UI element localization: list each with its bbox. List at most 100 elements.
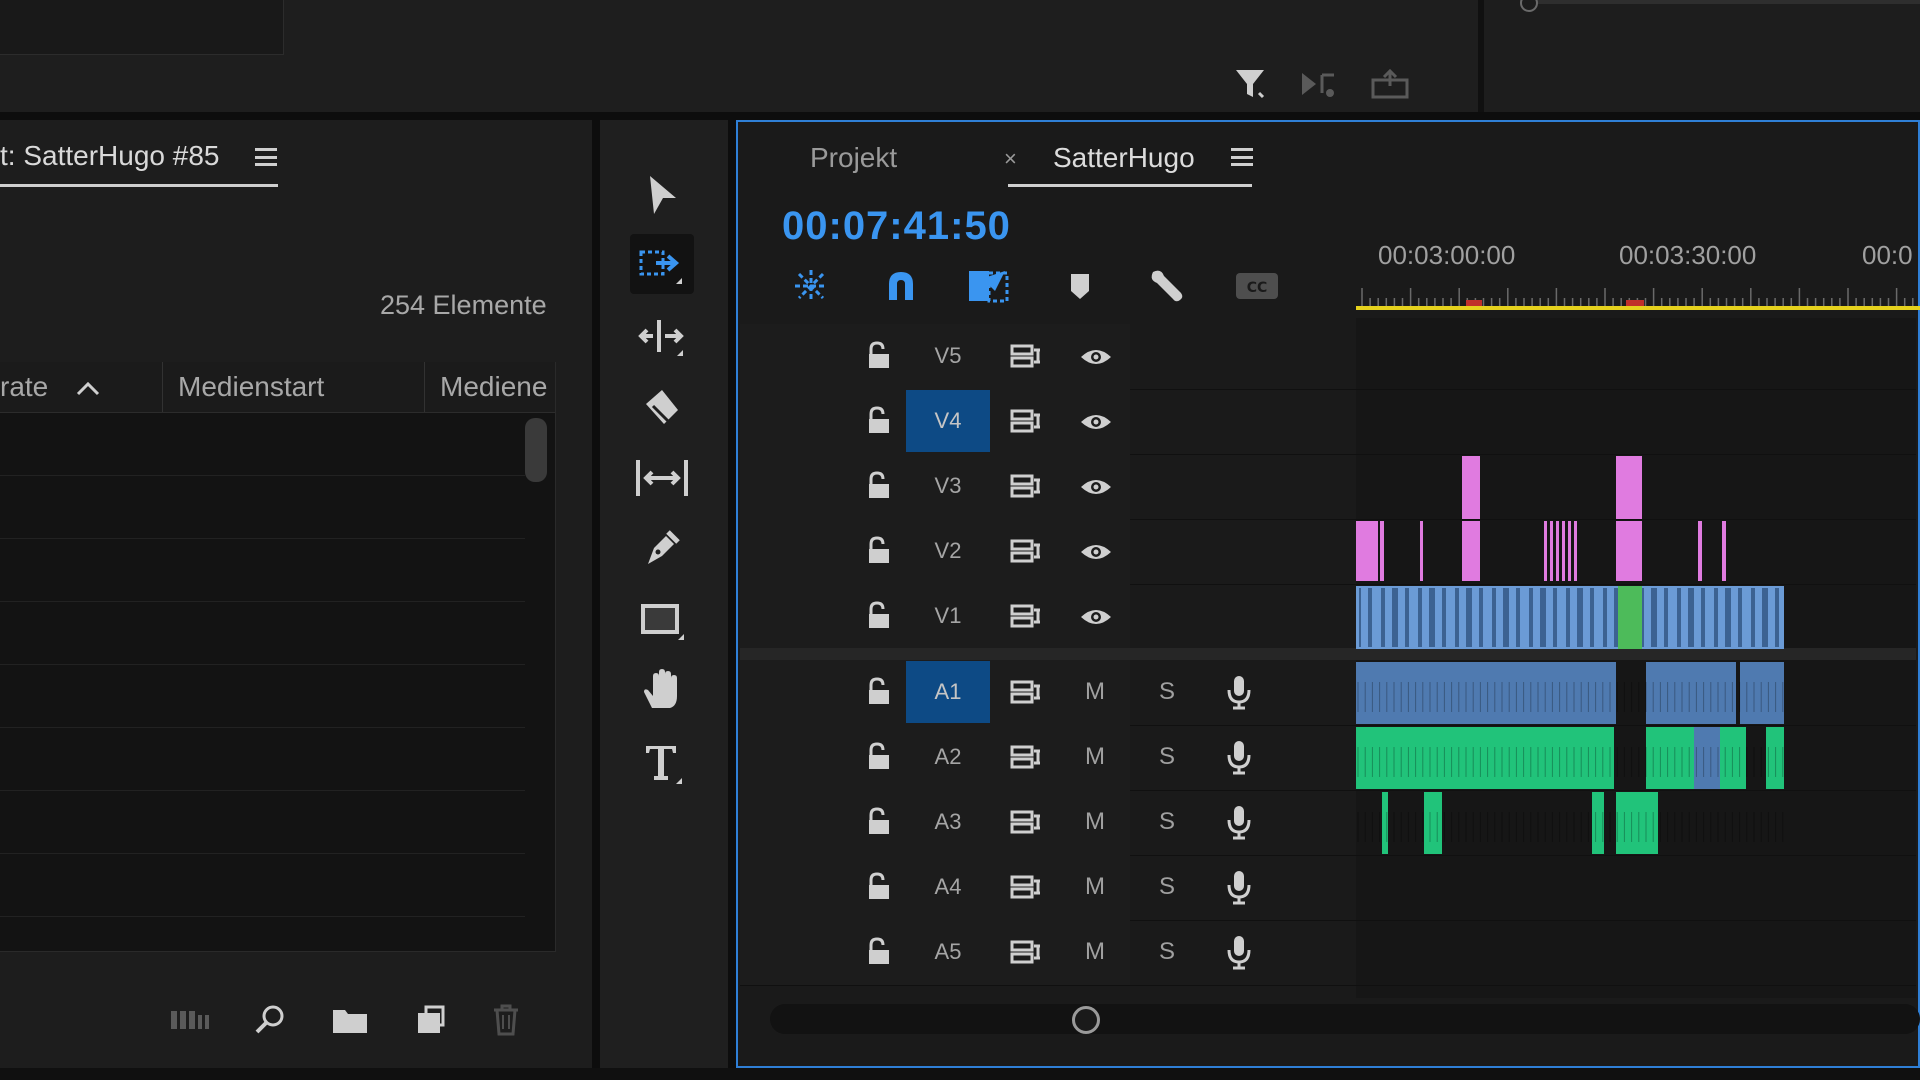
razor-icon[interactable] xyxy=(630,378,694,438)
graphic-clip[interactable] xyxy=(1462,521,1480,581)
track-lock-icon[interactable] xyxy=(866,600,892,630)
timeline-clips[interactable] xyxy=(1356,318,1920,998)
solo-button[interactable]: S xyxy=(1159,938,1175,966)
type-tool-icon[interactable] xyxy=(630,732,694,792)
timeline-zoom-handle[interactable] xyxy=(1072,1006,1100,1034)
snap-icon[interactable] xyxy=(876,266,926,306)
track-target-a1[interactable]: A1 xyxy=(906,661,990,723)
audio-clip[interactable] xyxy=(1356,727,1614,789)
new-bin-icon[interactable] xyxy=(326,1000,374,1040)
track-target-v2[interactable]: V2 xyxy=(906,520,990,582)
video-clip[interactable] xyxy=(1356,586,1784,649)
track-lock-icon[interactable] xyxy=(866,535,892,565)
graphic-clip[interactable] xyxy=(1562,521,1565,581)
track-lock-icon[interactable] xyxy=(866,340,892,370)
filter-icon[interactable] xyxy=(1228,66,1272,102)
graphic-clip[interactable] xyxy=(1420,521,1423,581)
project-panel-tab[interactable]: t: SatterHugo #85 xyxy=(0,140,219,172)
track-target-a4[interactable]: A4 xyxy=(906,856,990,918)
audio-clip[interactable] xyxy=(1616,792,1658,854)
sync-lock-icon[interactable] xyxy=(1010,408,1042,439)
graphic-clip[interactable] xyxy=(1574,521,1577,581)
ripple-edit-icon[interactable] xyxy=(630,306,694,366)
horizontal-divider[interactable] xyxy=(0,112,1920,120)
panel-divider[interactable] xyxy=(592,120,600,1080)
list-item[interactable] xyxy=(0,791,525,854)
sync-lock-icon[interactable] xyxy=(1010,874,1042,905)
graphic-clip[interactable] xyxy=(1698,521,1702,581)
sync-lock-icon[interactable] xyxy=(1010,473,1042,504)
graphic-clip[interactable] xyxy=(1356,521,1378,581)
track-lock-icon[interactable] xyxy=(866,676,892,706)
trash-icon[interactable] xyxy=(482,1000,530,1040)
audio-clip[interactable] xyxy=(1694,727,1720,789)
track-select-forward-icon[interactable] xyxy=(630,234,694,294)
track-lock-icon[interactable] xyxy=(866,806,892,836)
sort-ascending-icon[interactable] xyxy=(76,376,100,398)
toggle-output-eye-icon[interactable] xyxy=(1079,606,1113,633)
toggle-output-eye-icon[interactable] xyxy=(1079,346,1113,373)
mute-button[interactable]: M xyxy=(1085,873,1105,901)
add-marker-icon[interactable] xyxy=(1055,266,1105,306)
audio-clip[interactable] xyxy=(1646,662,1736,724)
list-item[interactable] xyxy=(0,602,525,665)
solo-button[interactable]: S xyxy=(1159,678,1175,706)
close-tab-icon[interactable]: × xyxy=(1004,146,1017,172)
rectangle-icon[interactable] xyxy=(630,590,694,650)
column-header-medienende[interactable]: Mediene xyxy=(440,362,554,412)
track-target-v4[interactable]: V4 xyxy=(906,390,990,452)
nest-sequence-icon[interactable] xyxy=(786,266,836,306)
toggle-output-eye-icon[interactable] xyxy=(1079,411,1113,438)
voice-over-record-icon[interactable] xyxy=(1226,934,1252,975)
mute-button[interactable]: M xyxy=(1085,938,1105,966)
list-view-icon[interactable] xyxy=(168,1000,216,1040)
mute-button[interactable]: M xyxy=(1085,678,1105,706)
graphic-clip[interactable] xyxy=(1462,456,1480,519)
audio-clip[interactable] xyxy=(1592,792,1604,854)
track-target-a3[interactable]: A3 xyxy=(906,791,990,853)
track-target-v5[interactable]: V5 xyxy=(906,325,990,387)
sync-lock-icon[interactable] xyxy=(1010,809,1042,840)
graphic-clip[interactable] xyxy=(1544,521,1547,581)
track-lock-icon[interactable] xyxy=(866,470,892,500)
audio-clip[interactable] xyxy=(1356,662,1616,724)
list-item[interactable] xyxy=(0,476,525,539)
voice-over-record-icon[interactable] xyxy=(1226,674,1252,715)
toggle-output-eye-icon[interactable] xyxy=(1079,541,1113,568)
list-item[interactable] xyxy=(0,665,525,728)
list-item[interactable] xyxy=(0,413,525,476)
list-item[interactable] xyxy=(0,854,525,917)
track-target-v1[interactable]: V1 xyxy=(906,585,990,647)
solo-button[interactable]: S xyxy=(1159,743,1175,771)
column-header-medienstart[interactable]: Medienstart xyxy=(178,362,418,412)
mute-button[interactable]: M xyxy=(1085,743,1105,771)
playhead-timecode[interactable]: 00:07:41:50 xyxy=(782,204,1011,249)
solo-button[interactable]: S xyxy=(1159,873,1175,901)
track-lock-icon[interactable] xyxy=(866,405,892,435)
graphic-clip[interactable] xyxy=(1556,521,1559,581)
column-divider[interactable] xyxy=(424,362,425,412)
sync-lock-icon[interactable] xyxy=(1010,603,1042,634)
slip-icon[interactable] xyxy=(630,448,694,508)
sync-lock-icon[interactable] xyxy=(1010,939,1042,970)
sync-lock-icon[interactable] xyxy=(1010,343,1042,374)
captions-icon[interactable]: CC xyxy=(1232,266,1282,306)
work-area-bar[interactable] xyxy=(1356,306,1920,310)
tab-sequence[interactable]: SatterHugo xyxy=(1053,142,1195,174)
voice-over-record-icon[interactable] xyxy=(1226,739,1252,780)
tab-projekt[interactable]: Projekt xyxy=(810,142,897,174)
search-icon[interactable] xyxy=(246,1000,294,1040)
timeline-zoom-scrollbar[interactable] xyxy=(770,1004,1920,1034)
timeline-settings-wrench-icon[interactable] xyxy=(1142,266,1192,306)
track-lock-icon[interactable] xyxy=(866,936,892,966)
toggle-output-eye-icon[interactable] xyxy=(1079,476,1113,503)
insert-clip-icon[interactable] xyxy=(1298,66,1342,102)
export-frame-icon[interactable] xyxy=(1368,66,1412,102)
timeline-panel-menu-icon[interactable] xyxy=(1231,148,1253,166)
sync-lock-icon[interactable] xyxy=(1010,744,1042,775)
graphic-clip[interactable] xyxy=(1616,456,1642,519)
panel-divider[interactable] xyxy=(728,120,736,1080)
new-item-icon[interactable] xyxy=(406,1000,454,1040)
hand-icon[interactable] xyxy=(630,660,694,720)
track-target-a5[interactable]: A5 xyxy=(906,921,990,983)
